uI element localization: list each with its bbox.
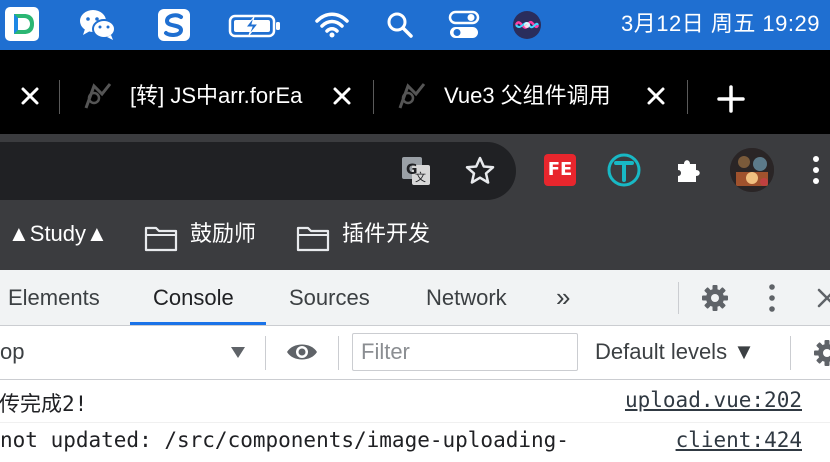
menu-bar-clock[interactable]: 3月12日 周五 19:29 — [621, 0, 820, 50]
extensions-puzzle-icon[interactable] — [672, 154, 704, 186]
menu-bar: 3月12日 周五 19:29 — [0, 0, 830, 50]
battery-charging-icon[interactable] — [228, 12, 282, 40]
toolbar-divider — [790, 336, 791, 370]
translate-icon[interactable]: G文 — [400, 155, 432, 187]
close-devtools-icon[interactable] — [816, 287, 830, 309]
plus-icon — [717, 85, 745, 113]
more-vert-icon[interactable] — [808, 154, 824, 186]
active-tab-indicator — [130, 322, 266, 325]
tab-title: [转] JS中arr.forEa — [130, 83, 303, 108]
close-icon[interactable] — [332, 86, 352, 106]
console-toolbar: op Default levels ▼ — [0, 326, 830, 380]
settings-gear-icon[interactable] — [700, 283, 730, 313]
more-tabs-button[interactable]: » — [556, 270, 570, 325]
dropdown-arrow-icon — [230, 345, 246, 359]
bookmark-star-icon[interactable] — [464, 155, 496, 187]
devtools-more-icon[interactable] — [766, 283, 778, 313]
tab-network[interactable]: Network — [426, 270, 507, 325]
context-selector-value: op — [0, 339, 25, 364]
control-center-icon[interactable] — [448, 10, 480, 40]
search-icon[interactable] — [386, 11, 414, 39]
sogou-input-icon[interactable] — [156, 8, 192, 42]
tab-sources[interactable]: Sources — [289, 270, 370, 325]
bookmark-label: 插件开发 — [342, 221, 431, 246]
siri-icon[interactable] — [512, 10, 542, 40]
bookmark-folder-encourager[interactable]: 鼓励师 — [144, 210, 256, 260]
tab-favicon-icon — [396, 80, 428, 112]
log-levels-dropdown[interactable]: Default levels ▼ — [595, 339, 755, 365]
browser-toolbar: G文 FE — [0, 134, 830, 210]
console-message-source-link[interactable]: upload.vue:202 — [618, 388, 802, 412]
new-tab-button[interactable] — [716, 84, 746, 114]
folder-icon — [144, 221, 178, 252]
app-logo-icon[interactable] — [4, 6, 40, 42]
profile-avatar[interactable] — [730, 148, 774, 192]
toolbar-divider — [678, 282, 679, 314]
tab-vue3[interactable]: Vue3 父组件调用 — [374, 50, 686, 134]
tab-elements[interactable]: Elements — [8, 270, 100, 325]
fe-extension-label: FE — [547, 159, 573, 180]
folder-icon — [296, 221, 330, 252]
eye-icon[interactable] — [285, 338, 319, 366]
fe-extension-icon[interactable]: FE — [543, 153, 577, 187]
console-message: not updated: /src/components/image-uploa… — [0, 422, 830, 462]
tab-console[interactable]: Console — [153, 270, 234, 325]
svg-text:文: 文 — [415, 170, 426, 184]
filter-input[interactable] — [352, 333, 578, 371]
bookmark-study[interactable]: ▲Study▲ — [8, 210, 108, 260]
tab-js-foreach[interactable]: [转] JS中arr.forEa — [60, 50, 372, 134]
tab-title: Vue3 父组件调用 — [444, 83, 611, 108]
tab-partial[interactable] — [0, 50, 60, 134]
bookmark-label: ▲Study▲ — [8, 221, 108, 246]
tab-separator — [687, 80, 688, 114]
toolbar-divider — [338, 336, 339, 370]
console-settings-gear-icon[interactable] — [812, 338, 830, 368]
console-message-source-link[interactable]: client:424 — [669, 428, 802, 452]
console-message-text: not updated: /src/components/image-uploa… — [0, 428, 569, 452]
address-bar[interactable]: G文 — [0, 142, 516, 200]
wifi-icon[interactable] — [314, 10, 350, 40]
bookmark-label: 鼓励师 — [190, 221, 257, 246]
close-icon[interactable] — [646, 86, 666, 106]
console-message: 上传完成2! upload.vue:202 — [0, 382, 830, 423]
tab-favicon-icon — [82, 80, 114, 112]
devtools-tab-bar: Elements Console Sources Network » — [0, 270, 830, 326]
bookmark-folder-plugin-dev[interactable]: 插件开发 — [296, 210, 430, 260]
context-selector[interactable]: op — [0, 326, 256, 379]
wechat-icon[interactable] — [78, 8, 118, 42]
tab-strip: [转] JS中arr.forEa Vue3 父组件调用 — [0, 50, 830, 134]
t-extension-icon[interactable] — [606, 152, 642, 188]
toolbar-divider — [265, 336, 266, 370]
close-icon[interactable] — [20, 86, 40, 106]
console-message-text: 上传完成2! — [0, 392, 88, 416]
bookmarks-bar: ▲Study▲ 鼓励师 插件开发 — [0, 210, 830, 270]
